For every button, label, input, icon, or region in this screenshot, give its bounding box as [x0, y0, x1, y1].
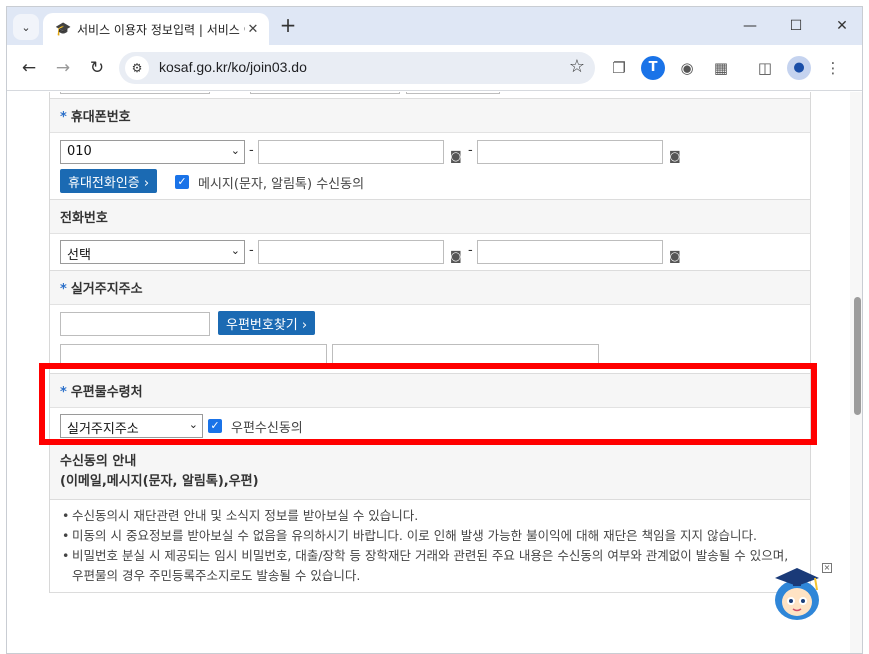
separator-dash: - [249, 243, 254, 258]
notice-body: • 수신동의시 재단관련 안내 및 소식지 정보를 받아보실 수 있습니다. • 미… [50, 499, 810, 593]
address-input[interactable] [60, 344, 327, 368]
address-label-row: * 실거주지주소 [50, 270, 810, 305]
phone-last-input[interactable] [477, 240, 663, 264]
browser-toolbar: ← → ↻ ⚙ kosaf.go.kr/ko/join03.do ☆ ❐ T ◉… [7, 45, 862, 91]
notice-title: 수신동의 안내 (이메일,메시지(문자, 알림톡),우편) [50, 444, 810, 499]
extensions-puzzle-icon[interactable]: ▦ [709, 56, 733, 80]
mail-recipient-label: 우편물수령처 [70, 385, 143, 400]
required-mark: * [60, 282, 67, 297]
page-scrollbar[interactable] [850, 92, 862, 653]
phone-prefix-value: 선택 [67, 248, 91, 263]
mail-consent-checkbox[interactable]: ✓ [208, 419, 222, 433]
phone-label: 전화번호 [60, 211, 108, 226]
phone-row: 선택 ⌄ - ◙ - ◙ [50, 234, 810, 270]
separator-dash: - [468, 243, 473, 258]
separator-dash: - [249, 143, 254, 158]
forward-arrow-icon[interactable]: → [49, 54, 77, 82]
url-text: kosaf.go.kr/ko/join03.do [159, 59, 307, 75]
copy-icon[interactable]: ❐ [607, 56, 631, 80]
mobile-middle-input[interactable] [258, 140, 444, 164]
tab-search-button[interactable]: ⌄ [13, 14, 39, 40]
notice-item: • 미동의 시 중요정보를 받아보실 수 없음을 유의하시기 바랍니다. 이로 인… [62, 526, 800, 546]
address-row: 우편번호찾기 › [50, 305, 810, 373]
mail-recipient-select[interactable]: 실거주지주소 ⌄ [60, 414, 203, 438]
close-window-button[interactable]: ✕ [819, 13, 862, 39]
site-settings-icon[interactable]: ⚙ [125, 56, 149, 80]
user-info-form: * 휴대폰번호 010 ⌄ - ◙ - ◙ 휴대전화인증 › ✓ 메시지(문자, … [49, 92, 811, 593]
maximize-button[interactable]: ☐ [773, 13, 819, 39]
camera-icon[interactable]: ◉ [675, 56, 699, 80]
minimize-button[interactable]: — [727, 13, 773, 39]
zip-code-input[interactable] [60, 312, 210, 336]
tab-title: 서비스 이용자 정보입력 | 서비스 이용 [77, 22, 245, 37]
phone-middle-input[interactable] [258, 240, 444, 264]
notice-item-text: 미동의 시 중요정보를 받아보실 수 없음을 유의하시기 바랍니다. 이로 인해… [72, 528, 757, 543]
phone-label-row: 전화번호 [50, 199, 810, 234]
mouse-keypad-icon[interactable]: ◙ [669, 149, 681, 163]
mobile-prefix-select[interactable]: 010 ⌄ [60, 140, 245, 164]
address-detail-input[interactable] [332, 344, 599, 368]
scrollbar-thumb[interactable] [854, 297, 861, 415]
page-viewport: * 휴대폰번호 010 ⌄ - ◙ - ◙ 휴대전화인증 › ✓ 메시지(문자, … [7, 92, 862, 653]
previous-input-2[interactable] [250, 92, 400, 94]
tab-close-icon[interactable]: ✕ [245, 22, 261, 37]
browser-window: ⌄ 🎓 서비스 이용자 정보입력 | 서비스 이용 ✕ + — ☐ ✕ ← → … [6, 6, 863, 654]
chevron-right-icon: › [143, 176, 150, 191]
zip-search-button[interactable]: 우편번호찾기 › [218, 311, 316, 335]
mouse-keypad-icon[interactable]: ◙ [669, 249, 681, 263]
previous-input-3[interactable] [406, 92, 500, 94]
chevron-down-icon: ⌄ [21, 20, 31, 34]
mouse-keypad-icon[interactable]: ◙ [450, 249, 462, 263]
notice-title-line2: (이메일,메시지(문자, 알림톡),우편) [60, 474, 259, 489]
previous-row-partial [50, 92, 810, 98]
message-consent-checkbox[interactable]: ✓ [175, 175, 189, 189]
mascot-close-icon[interactable]: × [822, 563, 832, 573]
mail-recipient-row: 실거주지주소 ⌄ ✓ 우편수신동의 [50, 408, 810, 444]
mail-recipient-label-row: * 우편물수령처 [50, 373, 810, 408]
active-tab[interactable]: 🎓 서비스 이용자 정보입력 | 서비스 이용 ✕ [43, 13, 269, 45]
side-panel-icon[interactable]: ◫ [753, 56, 777, 80]
previous-input[interactable] [60, 92, 210, 94]
zip-search-label: 우편번호찾기 [226, 318, 298, 333]
address-bar[interactable]: ⚙ kosaf.go.kr/ko/join03.do ☆ [119, 52, 595, 84]
mobile-row: 010 ⌄ - ◙ - ◙ 휴대전화인증 › ✓ 메시지(문자, 알림톡) 수신… [50, 133, 810, 199]
chevron-down-icon: ⌄ [230, 244, 240, 257]
notice-item: • 비밀번호 분실 시 제공되는 임시 비밀번호, 대출/장학 등 장학재단 거래… [62, 546, 800, 586]
bookmark-star-icon[interactable]: ☆ [569, 56, 585, 77]
phone-verify-button[interactable]: 휴대전화인증 › [60, 169, 158, 193]
chevron-down-icon: ⌄ [188, 418, 198, 431]
notice-item-text: 비밀번호 분실 시 제공되는 임시 비밀번호, 대출/장학 등 장학재단 거래와… [72, 548, 789, 583]
translate-extension-icon[interactable]: T [641, 56, 665, 80]
required-mark: * [60, 110, 67, 125]
separator-dash: - [468, 143, 473, 158]
chevron-right-icon: › [301, 318, 308, 333]
new-tab-button[interactable]: + [275, 13, 301, 39]
mobile-prefix-value: 010 [67, 144, 92, 159]
profile-avatar-icon[interactable]: ● [787, 56, 811, 80]
mobile-label-row: * 휴대폰번호 [50, 98, 810, 133]
menu-kebab-icon[interactable]: ⋮ [821, 56, 845, 80]
tab-strip: ⌄ 🎓 서비스 이용자 정보입력 | 서비스 이용 ✕ + — ☐ ✕ [7, 7, 862, 45]
reload-icon[interactable]: ↻ [83, 54, 111, 82]
message-consent-label: 메시지(문자, 알림톡) 수신동의 [198, 177, 365, 192]
back-arrow-icon[interactable]: ← [15, 54, 43, 82]
mobile-last-input[interactable] [477, 140, 663, 164]
notice-item: • 수신동의시 재단관련 안내 및 소식지 정보를 받아보실 수 있습니다. [62, 506, 800, 526]
chevron-down-icon: ⌄ [230, 144, 240, 157]
phone-verify-label: 휴대전화인증 [68, 176, 140, 191]
notice-item-text: 수신동의시 재단관련 안내 및 소식지 정보를 받아보실 수 있습니다. [72, 508, 419, 523]
mobile-label: 휴대폰번호 [70, 110, 131, 125]
notice-title-line1: 수신동의 안내 [60, 454, 137, 469]
chatbot-mascot-icon[interactable] [769, 562, 825, 622]
mouse-keypad-icon[interactable]: ◙ [450, 149, 462, 163]
address-label: 실거주지주소 [70, 282, 143, 297]
phone-prefix-select[interactable]: 선택 ⌄ [60, 240, 245, 264]
graduation-cap-icon: 🎓 [55, 21, 72, 37]
mail-recipient-value: 실거주지주소 [67, 422, 139, 437]
mail-consent-label: 우편수신동의 [231, 421, 303, 436]
required-mark: * [60, 385, 67, 400]
